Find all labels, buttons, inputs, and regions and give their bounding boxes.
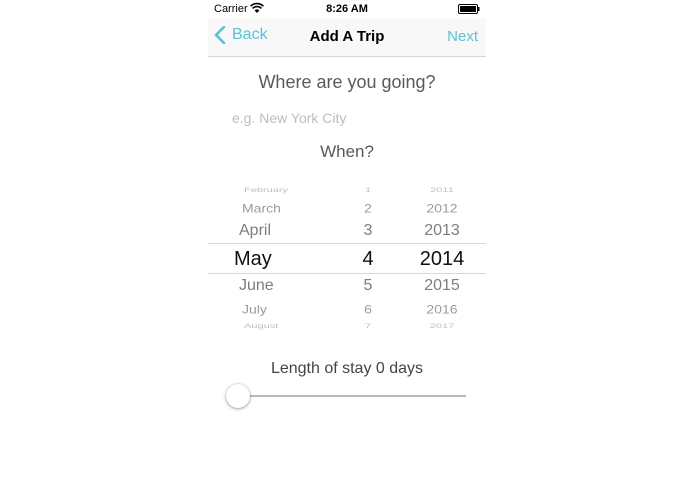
month-option[interactable]: July	[242, 302, 267, 316]
year-column[interactable]: 2011 2012 2013 2014 2015 2016 2017	[398, 178, 486, 338]
day-option[interactable]: 6	[338, 302, 398, 316]
day-column[interactable]: 1 2 3 4 5 6 7	[338, 178, 398, 338]
destination-question: Where are you going?	[258, 72, 436, 92]
when-question: When?	[320, 142, 374, 161]
status-time: 8:26 AM	[326, 3, 368, 15]
year-option[interactable]: 2014	[398, 248, 486, 271]
year-option[interactable]: 2015	[398, 277, 486, 294]
month-option[interactable]: April	[239, 222, 271, 239]
page-title: Add A Trip	[309, 28, 385, 45]
month-option[interactable]: February	[244, 186, 288, 193]
day-option[interactable]: 4	[338, 248, 398, 271]
month-column[interactable]: February March April May June July August	[208, 178, 328, 338]
month-option[interactable]: June	[239, 277, 274, 294]
stay-slider-thumb[interactable]	[226, 384, 250, 408]
month-option[interactable]: March	[242, 201, 281, 215]
month-option[interactable]: May	[234, 248, 272, 271]
day-option[interactable]: 2	[338, 201, 398, 215]
date-picker[interactable]: February March April May June July August 1 2 3 4…	[208, 178, 486, 338]
status-bar: Carrier 8:26 AM	[208, 0, 486, 18]
battery-icon	[458, 4, 480, 14]
year-option[interactable]: 2011	[398, 186, 486, 193]
length-of-stay-label: Length of stay 0 days	[270, 360, 424, 377]
day-option[interactable]: 1	[338, 186, 398, 193]
navigation-bar: Back Add A Trip Next	[208, 18, 486, 57]
year-option[interactable]: 2013	[398, 222, 486, 239]
phone-screen: Carrier 8:26 AM Back Add A Trip Next Whe…	[208, 0, 486, 494]
next-button[interactable]: Next	[447, 28, 478, 45]
stay-slider-track[interactable]	[238, 395, 466, 397]
month-option[interactable]: August	[244, 322, 278, 329]
year-option[interactable]: 2017	[398, 322, 486, 329]
year-option[interactable]: 2012	[398, 201, 486, 215]
year-option[interactable]: 2016	[398, 302, 486, 316]
day-option[interactable]: 5	[338, 277, 398, 294]
day-option[interactable]: 3	[338, 222, 398, 239]
day-option[interactable]: 7	[338, 322, 398, 329]
destination-input[interactable]	[230, 106, 474, 130]
